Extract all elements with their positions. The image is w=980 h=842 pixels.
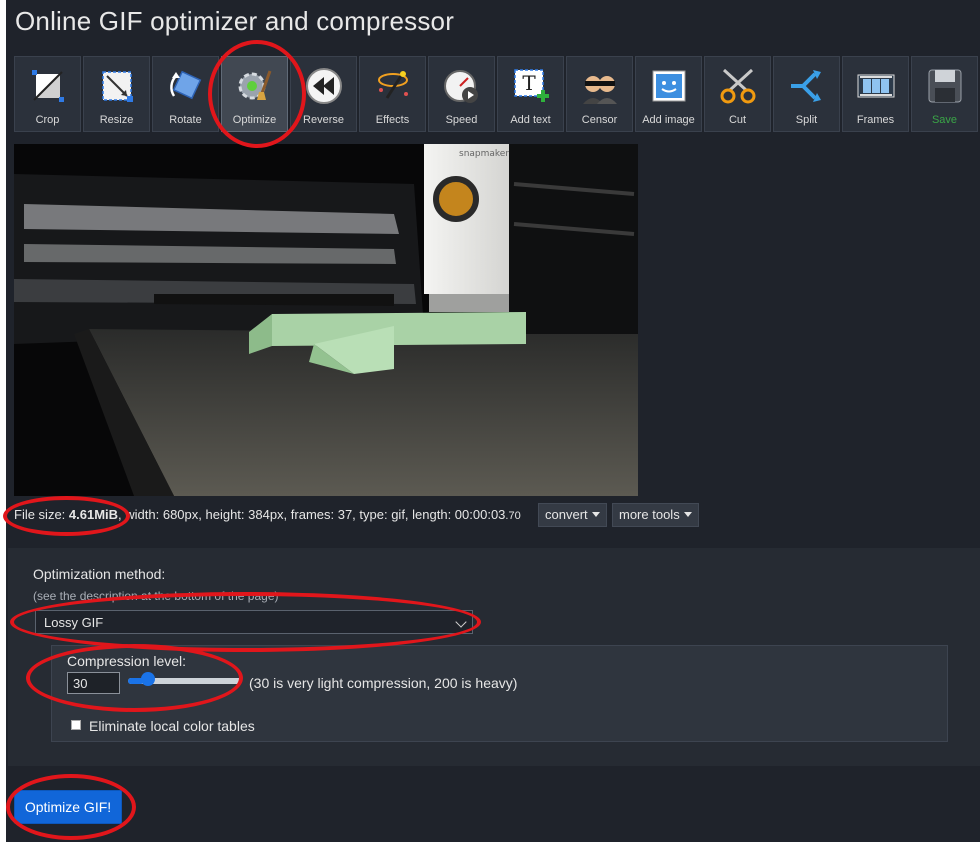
save-icon	[928, 69, 961, 103]
tool-label: Resize	[99, 114, 134, 126]
crop-icon	[31, 70, 64, 102]
chevron-down-icon	[455, 616, 467, 628]
compression-level-input[interactable]: 30	[67, 672, 120, 694]
rotate-icon	[169, 70, 201, 100]
tool-label: Speed	[445, 114, 478, 126]
effects-icon	[377, 71, 408, 99]
convert-label: convert	[545, 507, 588, 522]
method-label: Optimization method:	[33, 566, 166, 582]
tool-label: Reverse	[303, 114, 344, 126]
eliminate-color-tables-label: Eliminate local color tables	[89, 718, 255, 734]
tool-save[interactable]: Save	[911, 56, 978, 132]
page-title: Online GIF optimizer and compressor	[15, 6, 455, 36]
tool-label: Censor	[581, 114, 618, 126]
add-text-icon: T	[513, 69, 549, 102]
file-length-fraction: .70	[505, 510, 521, 522]
tool-split[interactable]: Split	[773, 56, 840, 132]
tool-censor[interactable]: Censor	[566, 56, 633, 132]
chevron-down-icon	[683, 512, 692, 517]
tool-add-text[interactable]: T Add text	[497, 56, 564, 132]
method-note: (see the description at the bottom of th…	[33, 589, 279, 603]
tool-label: Effects	[375, 114, 410, 126]
method-select-value: Lossy GIF	[44, 615, 104, 630]
split-icon	[790, 70, 821, 102]
tool-label: Add text	[510, 114, 551, 126]
add-image-icon	[652, 70, 685, 102]
tool-label: Crop	[35, 114, 60, 126]
tool-label: Rotate	[169, 114, 202, 126]
file-size-label: File size:	[14, 507, 69, 522]
tool-label: Frames	[856, 114, 895, 126]
speed-icon	[443, 70, 478, 103]
action-area	[8, 766, 980, 842]
censor-icon	[582, 76, 617, 104]
optimize-gif-button[interactable]: Optimize GIF!	[14, 790, 122, 824]
tool-label: Optimize	[232, 114, 277, 126]
eliminate-color-tables-checkbox[interactable]	[71, 720, 81, 730]
gif-preview-image: snapmaker	[14, 144, 638, 496]
tool-add-image[interactable]: Add image	[635, 56, 702, 132]
editor-toolbar: Crop Resize Rotate Optimize Reverse Effe…	[14, 56, 978, 134]
file-info: File size: 4.61MiB, width: 680px, height…	[14, 507, 521, 522]
tool-label: Split	[795, 114, 818, 126]
tool-optimize[interactable]: Optimize	[221, 56, 288, 132]
tool-resize[interactable]: Resize	[83, 56, 150, 132]
tool-speed[interactable]: Speed	[428, 56, 495, 132]
tool-cut[interactable]: Cut	[704, 56, 771, 132]
file-details: , width: 680px, height: 384px, frames: 3…	[118, 507, 506, 522]
convert-dropdown[interactable]: convert	[538, 503, 607, 527]
frames-icon	[857, 74, 894, 98]
tool-reverse[interactable]: Reverse	[290, 56, 357, 132]
more-tools-dropdown[interactable]: more tools	[612, 503, 699, 527]
compression-label: Compression level:	[67, 653, 187, 669]
gif-preview: snapmaker	[14, 144, 638, 496]
tool-effects[interactable]: Effects	[359, 56, 426, 132]
page-left-edge	[0, 0, 6, 842]
chevron-down-icon	[591, 512, 600, 517]
tool-label: Save	[931, 114, 958, 126]
compression-slider-handle[interactable]	[141, 672, 155, 686]
tool-rotate[interactable]: Rotate	[152, 56, 219, 132]
compression-level-value: 30	[73, 676, 88, 691]
resize-icon	[101, 71, 133, 102]
compression-hint: (30 is very light compression, 200 is he…	[249, 675, 518, 691]
reverse-icon	[305, 68, 342, 104]
more-tools-label: more tools	[619, 507, 680, 522]
tool-frames[interactable]: Frames	[842, 56, 909, 132]
svg-text:T: T	[522, 71, 536, 95]
preview-logo: snapmaker	[459, 149, 509, 159]
optimize-icon	[238, 70, 271, 100]
file-size-value: 4.61MiB	[68, 507, 119, 522]
tool-label: Cut	[728, 114, 747, 126]
tool-label: Add image	[642, 114, 695, 126]
cut-icon	[720, 68, 755, 104]
tool-crop[interactable]: Crop	[14, 56, 81, 132]
method-select[interactable]: Lossy GIF	[35, 610, 473, 634]
